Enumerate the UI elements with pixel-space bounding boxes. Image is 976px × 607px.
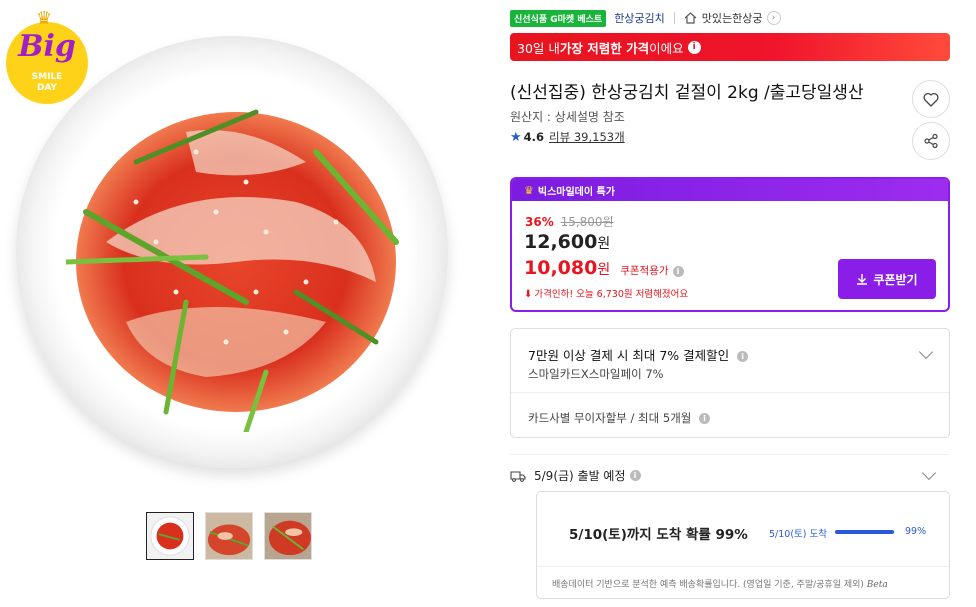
thumbnail-2[interactable]: [205, 512, 253, 560]
badge-day-text: DAY: [36, 83, 58, 93]
price-drop-icon: ⬇: [524, 289, 533, 300]
product-image-area: ♛ Big SMILE DAY: [4, 0, 474, 500]
share-icon: [924, 133, 938, 149]
product-origin: 원산지 : 상세설명 참조: [510, 110, 625, 124]
discount-percent: 36%: [525, 215, 554, 229]
discount-row: 36% 15,800원: [525, 213, 614, 230]
wishlist-button[interactable]: [912, 80, 950, 118]
special-deal-box: ♛ 빅스마일데이 특가 36% 15,800원 12,600원 10,080 원 …: [510, 177, 950, 312]
shipping-row[interactable]: 5/9(금) 출발 예정 i: [510, 467, 641, 484]
probability-bar: [835, 530, 895, 534]
crown-icon: ♛: [36, 8, 53, 29]
best-tag[interactable]: 신선식품 G마켓 베스트: [510, 9, 607, 27]
rating-row: ★ 4.6 리뷰 39,153개: [510, 129, 625, 145]
delivery-note: 배송데이터 기반으로 분석한 예측 배송확률입니다. (영업일 기준, 주말/공…: [552, 577, 888, 590]
info-icon[interactable]: i: [737, 351, 749, 362]
breadcrumb: 신선식품 G마켓 베스트 한상궁김치 맛있는한상궁 ›: [510, 9, 781, 27]
installment-info: 카드사별 무이자할부 / 최대 5개월 i: [528, 410, 711, 426]
badge-big-text: Big: [18, 29, 76, 64]
chevron-right-icon[interactable]: ›: [766, 11, 781, 25]
divider: [511, 392, 949, 393]
product-title: (신선집중) 한상궁김치 겉절이 2kg /출고당일생산: [510, 83, 864, 103]
big-smile-day-badge: ♛ Big SMILE DAY: [6, 8, 88, 104]
divider: [673, 12, 675, 24]
crown-icon: ♛: [524, 183, 534, 197]
payment-benefits-box[interactable]: 7만원 이상 결제 시 최대 7% 결제할인 i 스마일카드X스마일페이 7% …: [510, 328, 950, 438]
kimchi-illustration: [66, 109, 399, 432]
delivery-probability-text: 5/10(토)까지 도착 확률 99%: [569, 527, 748, 543]
home-icon: [684, 12, 697, 24]
heart-icon: [923, 92, 939, 107]
coupon-price-unit: 원: [597, 262, 611, 278]
payment-discount-sub: 스마일카드X스마일페이 7%: [528, 367, 664, 381]
info-icon[interactable]: i: [672, 266, 684, 277]
original-price: 15,800원: [560, 215, 614, 229]
info-icon[interactable]: i: [629, 470, 641, 481]
review-count-link[interactable]: 리뷰 39,153개: [549, 129, 625, 145]
deal-header: ♛ 빅스마일데이 특가: [512, 179, 948, 201]
payment-discount-title: 7만원 이상 결제 시 최대 7% 결제할인 i: [528, 345, 749, 364]
deal-header-text: 빅스마일데이 특가: [537, 186, 615, 198]
chevron-down-icon[interactable]: [921, 465, 937, 481]
share-button[interactable]: [912, 122, 950, 160]
coupon-price-label: 쿠폰적용가: [620, 265, 669, 277]
shipping-date: 5/9(금) 출발 예정: [534, 469, 626, 483]
seller-link[interactable]: 한상궁김치: [614, 10, 665, 26]
info-icon[interactable]: i: [699, 413, 711, 424]
banner-highlight: 가장 저렴한 가격: [559, 40, 650, 56]
download-icon: [857, 274, 868, 285]
installment-text: 카드사별 무이자할부 / 최대 5개월: [528, 411, 692, 425]
sale-price-unit: 원: [597, 236, 611, 252]
info-icon[interactable]: i: [687, 40, 701, 54]
get-coupon-button[interactable]: 쿠폰받기: [838, 259, 936, 299]
badge-smile-text: SMILE: [31, 72, 63, 82]
rating-score: 4.6: [523, 130, 545, 144]
divider: [537, 566, 949, 567]
payment-discount-text: 7만원 이상 결제 시 최대 7% 결제할인: [528, 348, 730, 363]
get-coupon-label: 쿠폰받기: [873, 272, 918, 287]
chevron-down-icon[interactable]: [918, 344, 934, 360]
beta-label: Beta: [866, 580, 888, 590]
thumbnail-1[interactable]: [146, 512, 194, 560]
delivery-note-text: 배송데이터 기반으로 분석한 예측 배송확률입니다. (영업일 기준, 주말/공…: [552, 580, 864, 590]
coupon-price: 10,080 원 쿠폰적용가 i: [524, 257, 684, 279]
price-drop-notice: ⬇ 가격인하! 오늘 6,730원 저렴해졌어요: [524, 286, 688, 300]
sale-price: 12,600원: [524, 231, 610, 253]
banner-suffix: 이에요: [649, 40, 684, 56]
arrival-date-label: 5/10(토) 도착: [769, 529, 827, 540]
probability-percent: 99%: [905, 526, 927, 537]
sale-price-number: 12,600: [524, 231, 598, 253]
star-icon: ★: [510, 129, 522, 145]
coupon-price-number: 10,080: [524, 257, 598, 279]
thumbnail-list: [146, 512, 312, 560]
probability-bar-fill: [835, 530, 895, 534]
store-link[interactable]: 맛있는한상궁: [702, 10, 763, 26]
delivery-prediction-box: 5/10(토)까지 도착 확률 99% 5/10(토) 도착 99% 배송데이터…: [536, 491, 950, 599]
price-drop-text: 가격인하! 오늘 6,730원 저렴해졌어요: [534, 289, 689, 300]
truck-icon: [510, 470, 526, 482]
banner-prefix: 30일 내: [517, 40, 560, 56]
thumbnail-3[interactable]: [264, 512, 312, 560]
lowest-price-banner: 30일 내 가장 저렴한 가격 이에요 i: [510, 33, 950, 61]
divider: [510, 454, 950, 455]
